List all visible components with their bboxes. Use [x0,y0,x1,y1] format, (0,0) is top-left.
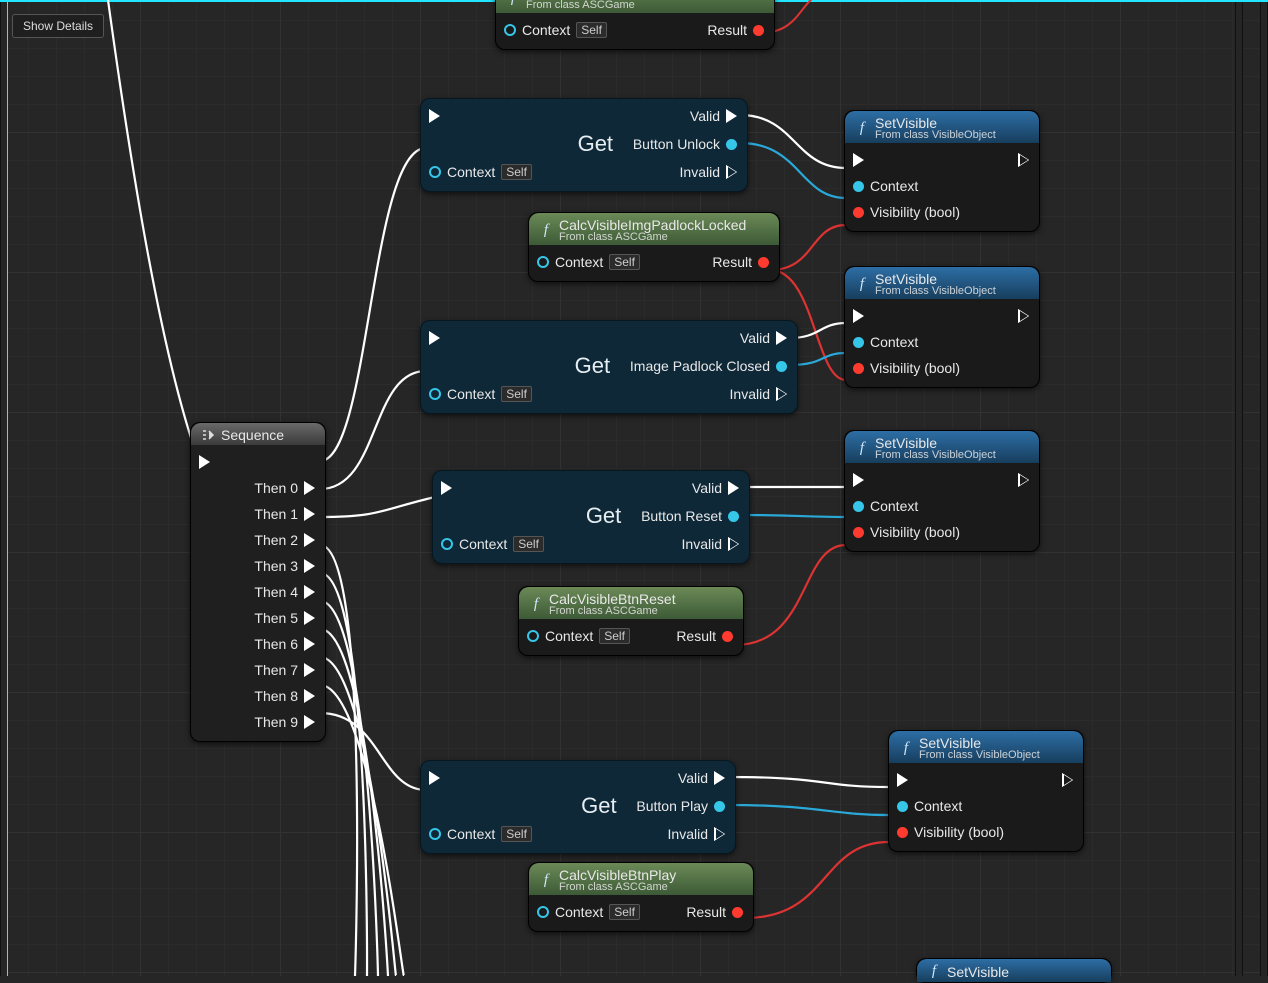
setvisible-node-4[interactable]: f SetVisibleFrom class VisibleObject Con… [888,730,1084,852]
then9-pin[interactable] [304,715,315,729]
invalid-pin[interactable] [776,387,787,401]
function-icon: f [539,872,553,889]
get-node-padlock-closed[interactable]: Valid Get Image Padlock Closed Context S… [420,320,798,414]
setvisible-node-1[interactable]: f SetVisibleFrom class VisibleObject Con… [844,110,1040,232]
then5-pin[interactable] [304,611,315,625]
sequence-title: Sequence [221,427,284,443]
function-icon: f [529,596,543,613]
object-out-pin[interactable] [728,511,739,522]
exec-in-pin[interactable] [429,771,440,785]
object-out-pin[interactable] [726,139,737,150]
function-icon: f [506,0,520,7]
sequence-node[interactable]: Sequence Then 0 Then 1 Then 2 Then 3 The… [190,422,326,742]
get-node-button-unlock[interactable]: Valid Get Button Unlock Context Self Inv… [420,98,748,192]
show-details-button[interactable]: Show Details [12,14,104,38]
exec-in-pin[interactable] [429,331,440,345]
setvisible-node-3[interactable]: f SetVisibleFrom class VisibleObject Con… [844,430,1040,552]
exec-in-pin[interactable] [429,109,440,123]
valid-pin[interactable] [726,109,737,123]
valid-pin[interactable] [714,771,725,785]
calc-node-padlock[interactable]: f CalcVisibleImgPadlockLockedFrom class … [528,212,780,282]
get-title: Get [578,131,613,157]
result-pin[interactable] [732,907,743,918]
invalid-pin[interactable] [726,165,737,179]
exec-out-pin[interactable] [1018,153,1029,167]
then4-pin[interactable] [304,585,315,599]
exec-in-pin[interactable] [199,455,210,469]
then6-pin[interactable] [304,637,315,651]
function-icon: f [539,222,553,239]
sequence-icon [201,428,215,442]
context-pin[interactable] [504,24,516,36]
calc-node-top[interactable]: f .From class ASCGame Context Self Resul… [495,0,775,50]
calc-node-btnplay[interactable]: f CalcVisibleBtnPlayFrom class ASCGame C… [528,862,754,932]
function-icon: f [855,120,869,137]
then1-pin[interactable] [304,507,315,521]
result-pin[interactable] [758,257,769,268]
get-node-button-reset[interactable]: Valid Get Button Reset Context Self Inva… [432,470,750,564]
then3-pin[interactable] [304,559,315,573]
exec-in-pin[interactable] [853,153,864,167]
exec-in-pin[interactable] [441,481,452,495]
then0-pin[interactable] [304,481,315,495]
setvisible-node-5-partial[interactable]: f SetVisible [916,958,1112,983]
then7-pin[interactable] [304,663,315,677]
invalid-pin[interactable] [714,827,725,841]
get-node-button-play[interactable]: Valid Get Button Play Context Self Inval… [420,760,736,854]
then2-pin[interactable] [304,533,315,547]
object-out-pin[interactable] [776,361,787,372]
setvisible-node-2[interactable]: f SetVisibleFrom class VisibleObject Con… [844,266,1040,388]
invalid-pin[interactable] [728,537,739,551]
context-pin[interactable] [429,166,441,178]
result-pin[interactable] [722,631,733,642]
valid-pin[interactable] [728,481,739,495]
calc-node-btnreset[interactable]: f CalcVisibleBtnResetFrom class ASCGame … [518,586,744,656]
valid-pin[interactable] [776,331,787,345]
context-pin[interactable] [537,256,549,268]
result-pin[interactable] [753,25,764,36]
then8-pin[interactable] [304,689,315,703]
object-out-pin[interactable] [714,801,725,812]
